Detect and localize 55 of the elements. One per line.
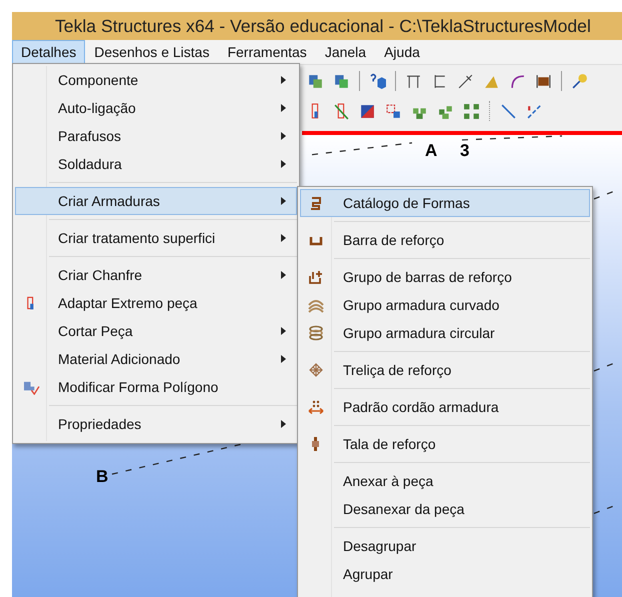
menu-item[interactable]: Desagrupar <box>300 532 590 560</box>
menu-bar-item[interactable]: Ajuda <box>375 40 429 64</box>
copy-icon[interactable] <box>333 72 350 90</box>
menu-item[interactable]: Parafusos <box>15 122 297 150</box>
menu-item[interactable]: Soldadura <box>15 150 297 178</box>
menu-item[interactable]: Modificar Forma Polígono <box>15 373 297 401</box>
part-cut-icon[interactable] <box>333 102 350 120</box>
menu-item[interactable]: Anexar à peça <box>300 467 590 495</box>
help-cube-icon[interactable] <box>369 72 386 90</box>
menu-item[interactable]: Material Adicionado <box>15 345 297 373</box>
hook-shape-icon <box>308 195 324 211</box>
menu-item[interactable]: Grupo armadura curvado <box>300 291 590 319</box>
grid-label: 3 <box>460 141 470 161</box>
menu-item[interactable]: Catálogo de Formas <box>300 189 590 217</box>
menu-item[interactable]: Grupo armadura circular <box>300 319 590 347</box>
dotted-box-icon[interactable] <box>385 102 402 120</box>
menu-bar-item[interactable]: Desenhos e Listas <box>85 40 218 64</box>
copy-icon[interactable] <box>307 72 324 90</box>
menu-item[interactable]: Desanexar da peça <box>300 495 590 523</box>
menu-item[interactable]: Auto-ligação <box>15 94 297 122</box>
curved-bars-icon <box>308 297 324 313</box>
part-end-icon <box>27 296 35 310</box>
arc-icon[interactable] <box>509 72 526 90</box>
cross-line-icon[interactable] <box>457 72 474 90</box>
bar-group-icon <box>308 269 324 285</box>
bracket-part-icon[interactable] <box>535 72 552 90</box>
menu-item[interactable]: Componente <box>15 66 297 94</box>
menu-item[interactable]: Barra de reforço <box>300 226 590 254</box>
mesh-icon <box>308 362 324 378</box>
menu-item[interactable]: Treliça de reforço <box>300 356 590 384</box>
polygon-check-icon <box>22 380 40 394</box>
menu-item[interactable]: Adaptar Extremo peça <box>15 289 297 317</box>
menu-item[interactable]: Cortar Peça <box>15 317 297 345</box>
menu-item[interactable]: Tala de reforço <box>300 430 590 458</box>
stacked-rings-icon <box>308 325 324 341</box>
menu-item[interactable]: Criar Chanfre <box>15 261 297 289</box>
menu-item[interactable]: Grupo de barras de reforço <box>300 263 590 291</box>
pin-icon[interactable] <box>571 72 588 90</box>
grid-label: A <box>425 141 438 161</box>
node-grid-icon[interactable] <box>463 102 480 120</box>
menu-item[interactable]: Padrão cordão armadura <box>300 393 590 421</box>
square-cut-icon[interactable] <box>359 102 376 120</box>
menu-item[interactable]: Criar Armaduras <box>15 187 297 215</box>
menu-item[interactable]: Propriedades <box>15 410 297 438</box>
dotted-arrows-icon <box>308 399 324 415</box>
split-line-icon[interactable] <box>526 102 543 120</box>
menu-item[interactable]: Agrupar <box>300 560 590 588</box>
window-title: Tekla Structures x64 - Versão educacional - C:\TeklaStructuresModel <box>55 16 591 36</box>
grid-label: B <box>96 467 108 487</box>
line-icon[interactable] <box>500 102 517 120</box>
menu-item[interactable]: Criar tratamento superfici <box>15 224 297 252</box>
grid-lines-icon[interactable] <box>405 72 422 90</box>
menu-bar-item[interactable]: Ferramentas <box>218 40 316 64</box>
menu-bar-item[interactable]: Detalhes <box>12 40 86 64</box>
menu-bar-item[interactable]: Janela <box>316 40 376 64</box>
